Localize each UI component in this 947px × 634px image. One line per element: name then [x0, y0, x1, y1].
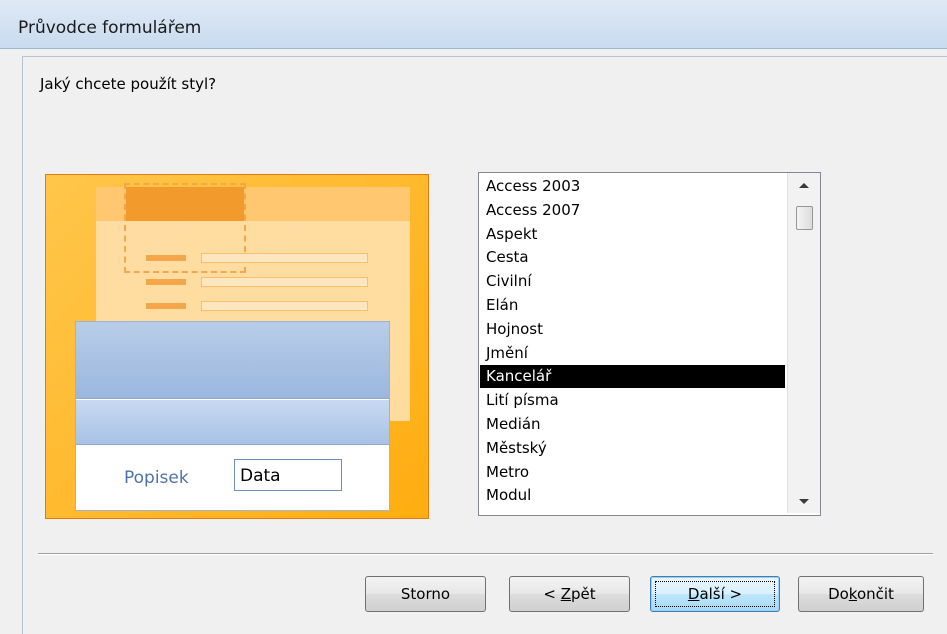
style-list-item[interactable]: Aspekt: [480, 223, 785, 246]
style-list-item[interactable]: Civilní: [480, 270, 785, 293]
title-bar: Průvodce formulářem: [0, 0, 947, 49]
cancel-button[interactable]: Storno: [365, 576, 486, 612]
preview-label-shape: [146, 303, 186, 309]
arrow-down-icon: [799, 499, 809, 504]
style-preview: Popisek Data: [45, 174, 429, 519]
preview-caption-label: Popisek: [124, 468, 189, 488]
preview-form-subheader: [76, 400, 389, 445]
preview-field-shape: [201, 277, 368, 287]
style-list-item[interactable]: Městský: [480, 437, 785, 460]
style-list-item[interactable]: Lití písma: [480, 389, 785, 412]
style-list-item[interactable]: Hojnost: [480, 318, 785, 341]
finish-button[interactable]: Dokončit: [798, 576, 924, 612]
preview-sample-form: Popisek Data: [75, 321, 390, 511]
back-button-label: < Zpět: [543, 585, 596, 603]
preview-data-field: Data: [234, 459, 342, 491]
style-list-item[interactable]: Modul: [480, 484, 785, 507]
style-question: Jaký chcete použít styl?: [40, 75, 217, 93]
style-list-item[interactable]: Elán: [480, 294, 785, 317]
cancel-button-label: Storno: [400, 585, 451, 603]
scroll-thumb[interactable]: [796, 206, 813, 230]
preview-field-shape: [201, 301, 368, 311]
button-separator: [38, 553, 933, 555]
window-title: Průvodce formulářem: [18, 18, 202, 38]
style-list-item[interactable]: Cesta: [480, 246, 785, 269]
arrow-up-icon: [799, 183, 809, 188]
style-list-item[interactable]: Medián: [480, 413, 785, 436]
style-list-item[interactable]: Jmění: [480, 342, 785, 365]
vertical-scrollbar[interactable]: [787, 173, 820, 513]
form-wizard-dialog: Průvodce formulářem Jaký chcete použít s…: [0, 0, 947, 634]
style-listbox[interactable]: Access 2003 Access 2007 Aspekt Cesta Civilní…: [478, 172, 821, 516]
preview-form-header: [76, 322, 389, 399]
style-list-item[interactable]: Access 2007: [480, 199, 785, 222]
style-list-item[interactable]: Metro: [480, 461, 785, 484]
style-list-item[interactable]: Kancelář: [480, 365, 785, 389]
back-button[interactable]: < Zpět: [509, 576, 630, 612]
finish-button-label: Dokončit: [828, 585, 894, 603]
next-button[interactable]: Další >: [650, 576, 780, 612]
style-list-item[interactable]: Access 2003: [480, 175, 785, 198]
preview-label-shape: [146, 255, 186, 261]
scroll-down-button[interactable]: [788, 491, 820, 513]
preview-field-shape: [201, 253, 368, 263]
preview-label-shape: [146, 279, 186, 285]
scroll-up-button[interactable]: [788, 173, 820, 195]
